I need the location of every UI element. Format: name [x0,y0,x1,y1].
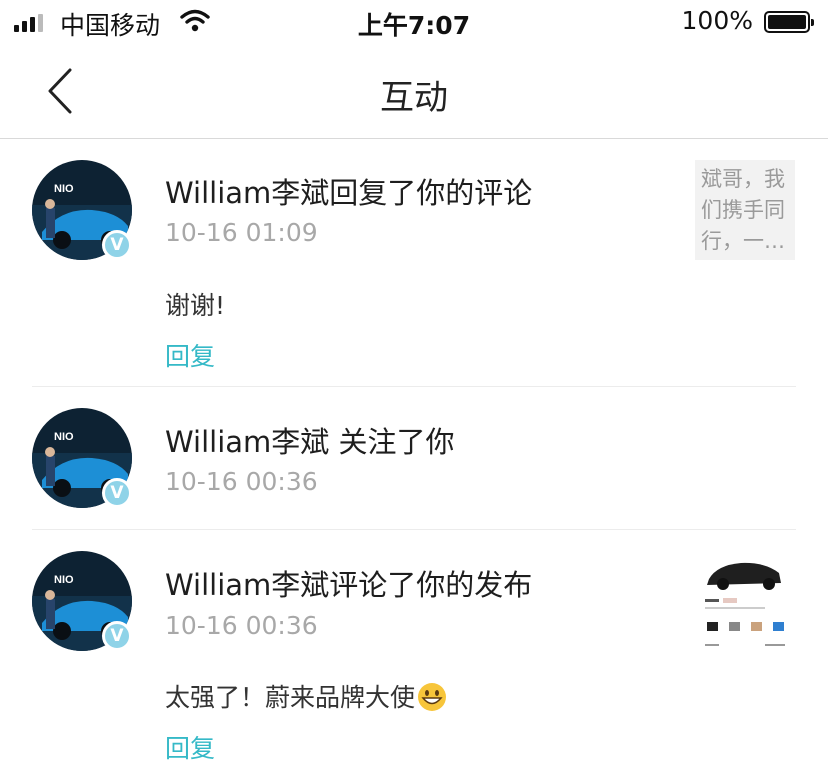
page-title: 互动 [380,78,448,118]
nav-bar: 互动 [0,44,828,139]
verified-icon: V [102,478,132,508]
svg-text:NIO: NIO [54,183,74,195]
notification-title: William李斌评论了你的发布 [165,568,533,602]
reply-button[interactable]: 回复 [165,729,215,763]
comment-text: 谢谢! [165,291,226,320]
quoted-comment-line: 斌哥，我 [701,167,785,191]
svg-text:NIO: NIO [54,574,74,586]
quoted-comment[interactable]: 斌哥，我 们携手同 行，一… [695,160,795,260]
notification-title: William李斌回复了你的评论 [165,176,533,210]
battery-percent: 100% [681,6,753,35]
comment-text: 太强了！蔚来品牌大使 [165,678,447,714]
comment-text-content: 太强了！蔚来品牌大使 [165,683,416,712]
notification-time: 10-16 00:36 [165,467,318,496]
svg-text:NIO: NIO [54,431,74,443]
divider [32,529,796,530]
post-thumbnail[interactable] [695,555,795,655]
verified-icon: V [102,621,132,651]
status-bar: 中国移动 上午7:07 100% [0,0,828,44]
notification-time: 10-16 00:36 [165,611,318,640]
grinning-face-icon [418,683,447,711]
quoted-comment-line: 们携手同 [701,198,785,222]
quoted-comment-line: 行，一… [701,229,785,253]
divider [32,386,796,387]
battery-icon [764,11,814,33]
verified-icon: V [102,230,132,260]
notification-time: 10-16 01:09 [165,218,318,247]
reply-button[interactable]: 回复 [165,337,215,373]
notification-title: William李斌 关注了你 [165,425,455,459]
